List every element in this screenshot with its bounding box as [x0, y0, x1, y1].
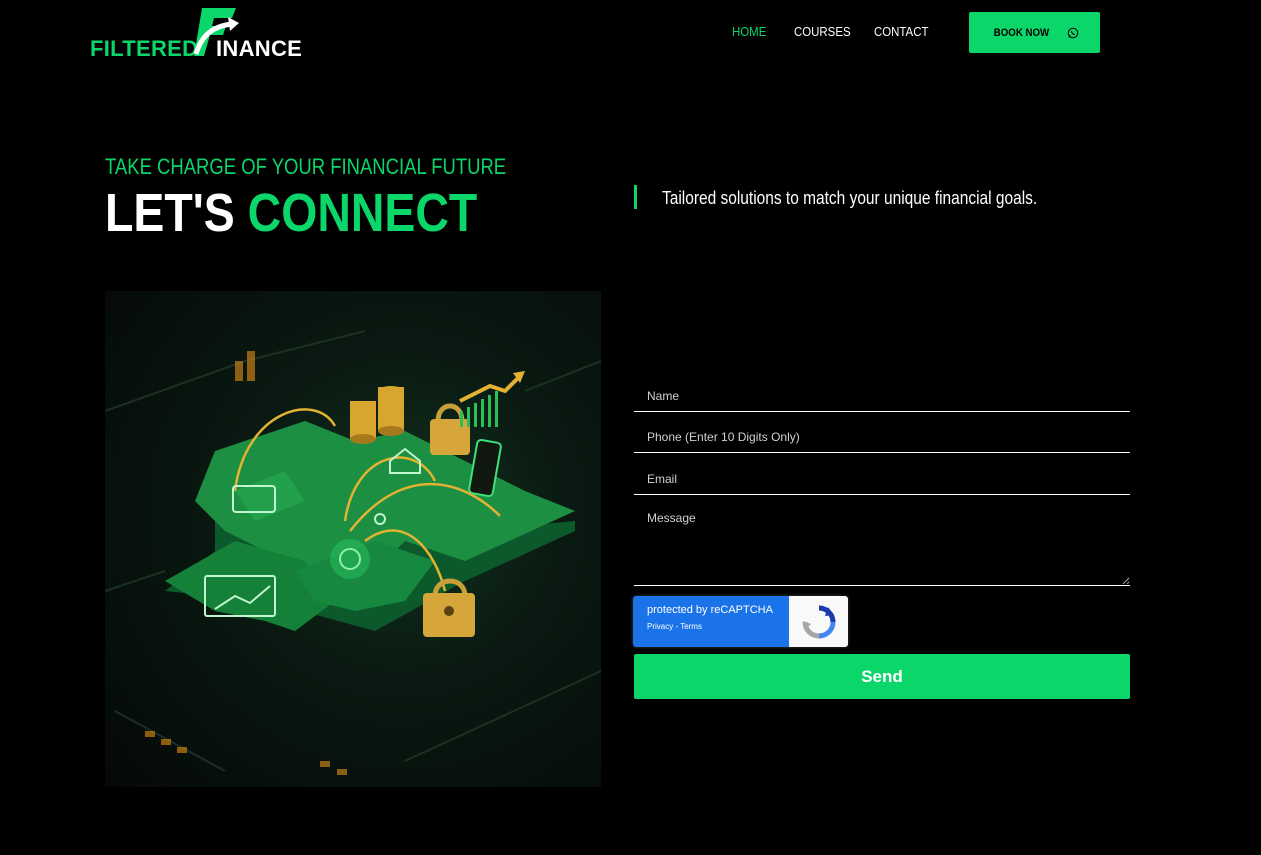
logo-text-filtered: FILTERED [90, 36, 199, 61]
contact-page: FILTERED INANCE HOME COURSES CONTACT BOO… [0, 0, 1261, 855]
brand-logo[interactable]: FILTERED INANCE [90, 4, 306, 61]
book-now-button[interactable]: BOOK NOW [969, 12, 1100, 53]
message-textarea[interactable] [634, 503, 1130, 586]
tagline-accent-bar [634, 185, 637, 209]
name-input[interactable] [634, 380, 1130, 412]
send-button[interactable]: Send [634, 654, 1130, 699]
recaptcha-privacy-terms-link[interactable]: Privacy - Terms [647, 622, 775, 631]
puzzle-illustration [105, 291, 601, 787]
phone-input[interactable] [634, 421, 1130, 453]
email-input[interactable] [634, 463, 1130, 495]
nav-home[interactable]: HOME [732, 24, 766, 39]
recaptcha-title: protected by reCAPTCHA [647, 604, 773, 616]
recaptcha-logo-panel [789, 596, 848, 647]
recaptcha-text-panel: protected by reCAPTCHA Privacy - Terms [633, 596, 789, 647]
hero-kicker: TAKE CHARGE OF YOUR FINANCIAL FUTURE [105, 154, 507, 179]
nav-courses[interactable]: COURSES [794, 24, 851, 39]
book-now-label: BOOK NOW [993, 26, 1050, 39]
logo-text-inance: INANCE [216, 36, 303, 61]
headline-white: LET'S [105, 183, 235, 243]
nav-contact[interactable]: CONTACT [874, 24, 928, 39]
puzzle-illustration-svg [105, 330, 601, 775]
whatsapp-icon [1067, 27, 1079, 38]
hero-headline: LET'S CONNECT [105, 184, 477, 242]
headline-green: CONNECT [247, 183, 478, 243]
hero-tagline: Tailored solutions to match your unique … [662, 188, 1038, 208]
recaptcha-icon [802, 605, 835, 638]
recaptcha-badge[interactable]: protected by reCAPTCHA Privacy - Terms [633, 596, 848, 647]
